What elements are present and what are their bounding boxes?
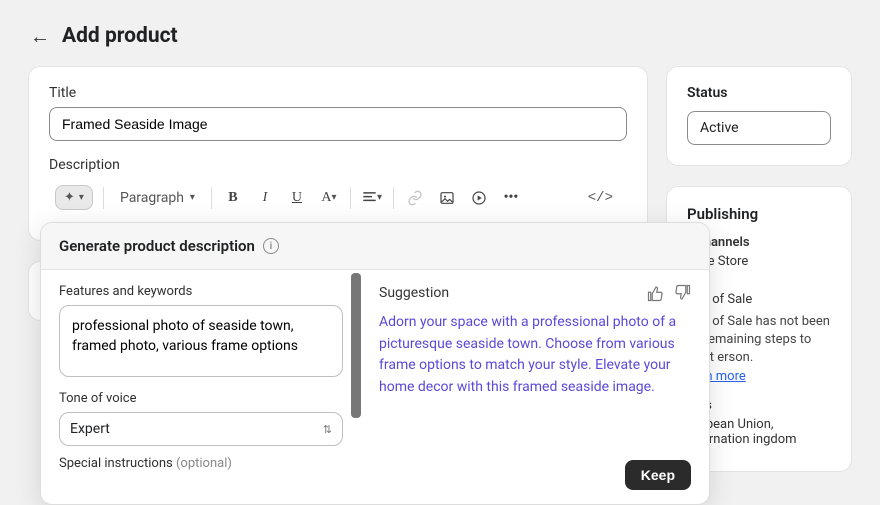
tone-label: Tone of voice xyxy=(59,391,343,406)
suggestion-text: Adorn your space with a professional pho… xyxy=(379,312,691,450)
product-card: Title Description ✦ ▾ Paragraph ▾ B I U … xyxy=(28,66,648,241)
thumbs-down-icon[interactable] xyxy=(673,284,691,302)
features-label: Features and keywords xyxy=(59,284,343,299)
stepper-icon: ⇅ xyxy=(323,423,332,436)
back-arrow-icon[interactable]: ← xyxy=(30,26,50,46)
divider xyxy=(393,187,394,209)
more-button[interactable]: ••• xyxy=(500,187,522,209)
description-label: Description xyxy=(49,157,627,173)
suggestion-label: Suggestion xyxy=(379,285,449,301)
ai-popover-header: Generate product description i xyxy=(41,223,709,270)
chevron-down-icon: ▾ xyxy=(79,192,84,203)
align-button[interactable]: ▾ xyxy=(361,187,383,209)
ai-popover-right: Suggestion Adorn your space with a profe… xyxy=(361,270,709,504)
status-label: Status xyxy=(687,85,831,101)
italic-button[interactable]: I xyxy=(254,187,276,209)
bold-button[interactable]: B xyxy=(222,187,244,209)
paragraph-select[interactable]: Paragraph ▾ xyxy=(114,186,201,210)
chevron-down-icon: ▾ xyxy=(332,192,337,203)
status-card: Status Active xyxy=(666,66,852,166)
publishing-heading: Publishing xyxy=(687,205,831,223)
divider xyxy=(103,187,104,209)
title-input[interactable] xyxy=(49,107,627,141)
text-color-button[interactable]: A▾ xyxy=(318,187,340,209)
ai-popover: Generate product description i Features … xyxy=(40,222,710,505)
paragraph-label: Paragraph xyxy=(120,190,184,206)
tone-value: Expert xyxy=(70,421,110,437)
title-label: Title xyxy=(49,85,627,101)
status-select[interactable]: Active xyxy=(687,111,831,145)
rte-toolbar: ✦ ▾ Paragraph ▾ B I U A▾ ▾ xyxy=(49,179,627,220)
info-icon[interactable]: i xyxy=(263,238,279,254)
underline-button[interactable]: U xyxy=(286,187,308,209)
image-button[interactable] xyxy=(436,187,458,209)
chevron-down-icon: ▾ xyxy=(190,192,195,203)
ai-popover-left: Features and keywords Tone of voice Expe… xyxy=(41,270,361,504)
video-button[interactable] xyxy=(468,187,490,209)
features-textarea[interactable] xyxy=(59,305,343,377)
link-button[interactable] xyxy=(404,187,426,209)
divider xyxy=(211,187,212,209)
ai-generate-button[interactable]: ✦ ▾ xyxy=(55,185,93,210)
scrollbar[interactable] xyxy=(351,273,361,418)
html-button[interactable]: </> xyxy=(580,190,621,206)
thumbs-up-icon[interactable] xyxy=(647,284,665,302)
divider xyxy=(350,187,351,209)
keep-button[interactable]: Keep xyxy=(625,460,691,490)
ai-popover-title: Generate product description xyxy=(59,237,255,255)
special-instructions-label: Special instructions (optional) xyxy=(59,456,343,471)
chevron-down-icon: ▾ xyxy=(377,192,382,203)
page-header: ← Add product xyxy=(0,0,880,66)
tone-select[interactable]: Expert ⇅ xyxy=(59,412,343,446)
sparkle-icon: ✦ xyxy=(64,190,75,205)
page-title: Add product xyxy=(62,24,178,48)
